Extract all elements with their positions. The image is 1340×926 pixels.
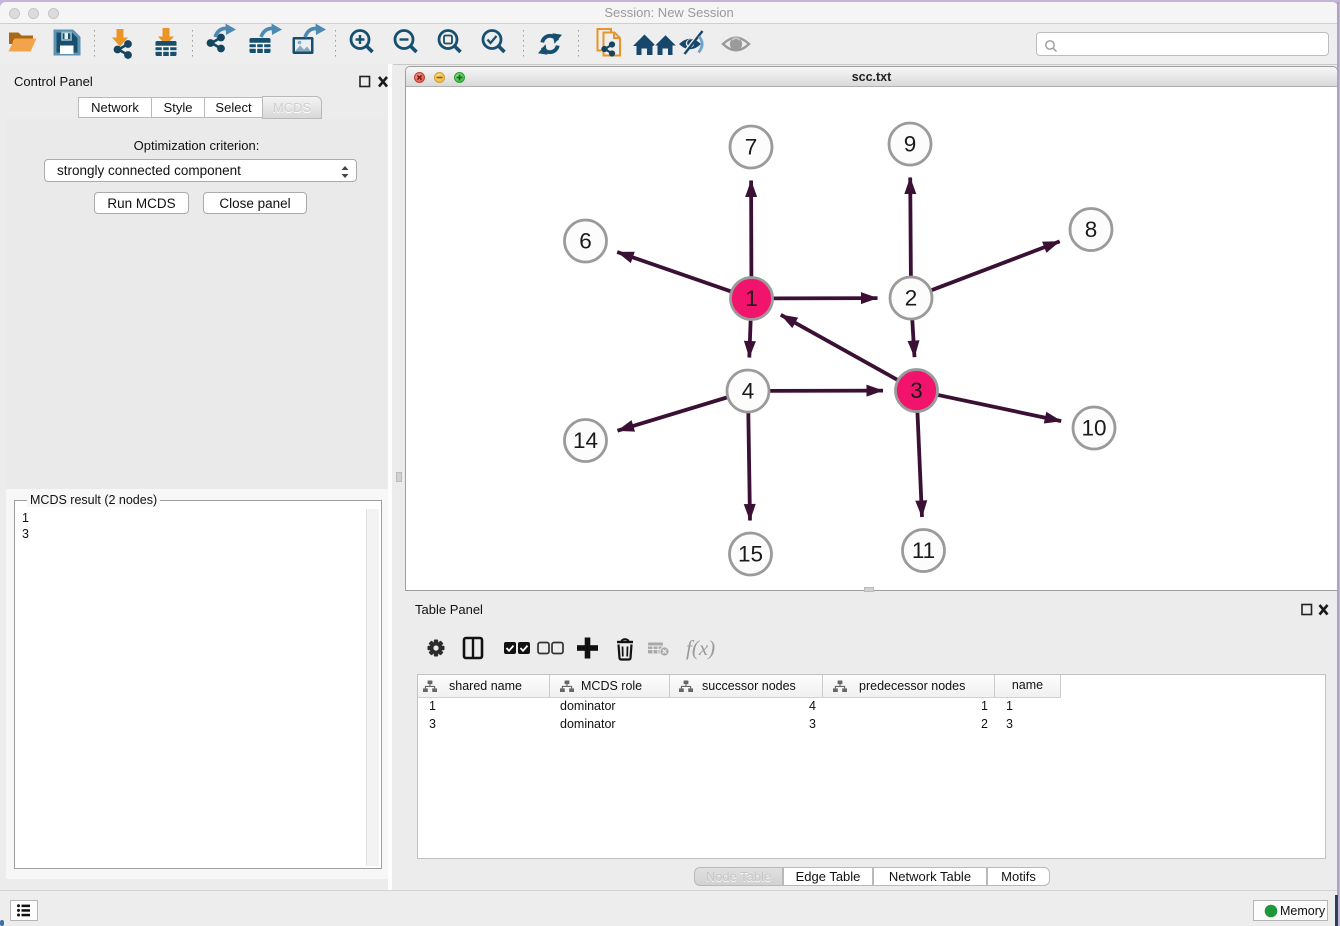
svg-text:10: 10: [1081, 416, 1106, 441]
svg-text:4: 4: [742, 379, 755, 404]
svg-text:7: 7: [745, 135, 758, 160]
svg-text:3: 3: [910, 378, 923, 403]
svg-text:f(x): f(x): [686, 636, 715, 660]
svg-text:2: 2: [905, 286, 918, 311]
svg-text:6: 6: [579, 229, 592, 254]
svg-text:14: 14: [573, 428, 598, 453]
svg-text:1: 1: [745, 286, 758, 311]
svg-text:9: 9: [904, 132, 917, 157]
svg-text:15: 15: [738, 542, 763, 567]
svg-text:8: 8: [1085, 217, 1098, 242]
svg-text:11: 11: [912, 538, 935, 563]
